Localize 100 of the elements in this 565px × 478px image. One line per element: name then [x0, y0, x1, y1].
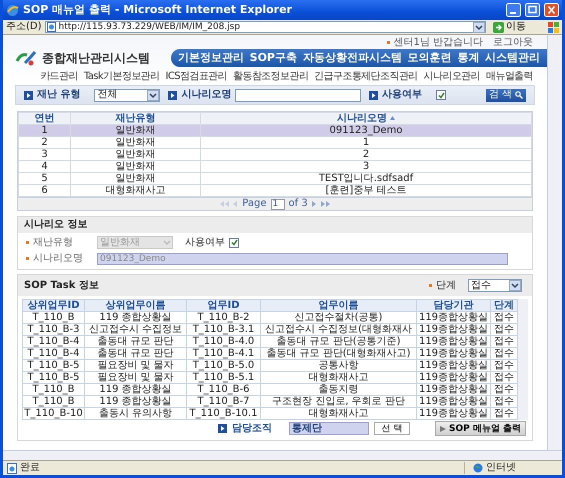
table-cell: 119종합상황실: [416, 396, 490, 408]
type-dropdown[interactable]: 전체: [94, 88, 160, 102]
dropdown-arrow-icon[interactable]: [509, 280, 521, 291]
submenu-item[interactable]: 활동참조정보관리: [232, 70, 308, 82]
table-cell: 출동대 규모 판단: [84, 348, 186, 360]
search-button[interactable]: 검 색: [486, 88, 526, 102]
submenu-item[interactable]: 긴급구조통제단조직관리: [314, 70, 418, 82]
table-cell: T_110_B: [22, 396, 84, 408]
minimize-button[interactable]: [506, 3, 521, 17]
table-cell: 구조현장 진입로, 우회로 판단: [260, 396, 416, 408]
go-button[interactable]: 이동: [489, 21, 530, 33]
table-cell: 일반화재: [70, 148, 200, 160]
bullet-icon: [387, 41, 390, 44]
table-row[interactable]: 5 일반화재 TEST입니다.sdfsadf: [18, 172, 532, 184]
logo-icon: [15, 49, 37, 67]
page-field[interactable]: 1: [270, 198, 285, 210]
org-field[interactable]: 통제단: [289, 422, 369, 435]
table-cell: 119종합상황실: [416, 324, 490, 336]
table-cell: 119종합상황실: [416, 408, 490, 420]
table-cell: 일반화재: [70, 172, 200, 184]
table-row[interactable]: 4 일반화재 3: [18, 160, 532, 172]
nav-item[interactable]: 통계: [457, 52, 480, 64]
vertical-scrollbar[interactable]: [547, 35, 562, 450]
name-field[interactable]: [235, 88, 362, 102]
table-cell: 접수: [490, 372, 518, 384]
next-page-icon[interactable]: [312, 201, 317, 207]
table-cell: 119종합상황실: [416, 348, 490, 360]
address-field[interactable]: http://115.93.73.229/WEB/IM/IM_208.jsp: [44, 21, 486, 33]
table-cell: 2: [200, 148, 532, 160]
table-cell: 접수: [490, 396, 518, 408]
table-cell: 출동대 규모 판단: [84, 336, 186, 348]
table-cell: 119 종합상황실: [84, 312, 186, 324]
page-icon: [46, 22, 56, 32]
table-cell: 접수: [490, 348, 518, 360]
sort-arrow-icon: [390, 116, 395, 120]
nav-item[interactable]: 모의훈련: [408, 52, 452, 64]
last-page-icon[interactable]: [320, 201, 330, 207]
table-cell: 119종합상황실: [416, 336, 490, 348]
nav-item[interactable]: 기본정보관리: [178, 52, 244, 64]
field-label: 재난유형: [33, 236, 74, 248]
field-label: 시나리오명: [33, 252, 84, 264]
logo-text: 종합재난관리시스템: [42, 50, 150, 66]
table-row[interactable]: 3 일반화재 2: [18, 148, 532, 160]
select-button[interactable]: 선 택: [374, 422, 410, 435]
dropdown-arrow-icon[interactable]: [473, 22, 485, 32]
table-cell: 119종합상황실: [416, 360, 490, 372]
check-icon: [438, 92, 445, 98]
nav-item[interactable]: 시스템관리: [485, 52, 540, 64]
field-label: 재난 유형: [37, 89, 80, 101]
logout-link[interactable]: 로그아웃: [493, 36, 533, 48]
bullet-icon: [26, 241, 29, 244]
table-row[interactable]: 1 일반화재 091123_Demo: [18, 124, 532, 136]
table-cell: 119종합상황실: [416, 384, 490, 396]
field-label: 담당조직: [232, 422, 272, 434]
dropdown-arrow-icon[interactable]: [147, 90, 160, 100]
table-cell: 공통사항: [260, 360, 416, 372]
table-row[interactable]: 2 일반화재 1: [18, 136, 532, 148]
maximize-button[interactable]: [525, 3, 540, 17]
column-header: 연번: [18, 112, 70, 124]
column-header: 단계: [490, 300, 518, 312]
column-header: 업무이름: [260, 300, 416, 312]
page-total: of 3: [288, 198, 308, 210]
stage-dropdown[interactable]: 접수: [468, 279, 522, 292]
table-cell: T_110_B-5.0: [186, 360, 260, 372]
close-button[interactable]: [544, 3, 559, 17]
checkbox[interactable]: [229, 238, 239, 248]
table-cell: 대형화재사고: [260, 408, 416, 420]
field-label: 사용여부: [185, 236, 225, 248]
table-cell: T_110_B-5: [22, 360, 84, 372]
print-button[interactable]: SOP 메뉴얼 출력: [435, 421, 526, 436]
page-label: Page: [242, 198, 267, 210]
table-cell: 일반화재: [70, 124, 200, 136]
nav-item[interactable]: 자동상황전파시스템: [302, 52, 402, 64]
table-cell: 119종합상황실: [416, 372, 490, 384]
column-header: 재난유형: [70, 112, 200, 124]
zone-text: 인터넷: [486, 462, 516, 474]
section-title: 시나리오 정보: [24, 219, 88, 231]
table-cell: 필요장비 및 물자: [84, 360, 186, 372]
table-cell: 119종합상황실: [416, 312, 490, 324]
window-title: SOP 매뉴얼 출력 - Microsoft Internet Explorer: [23, 4, 293, 16]
bullet-icon: [218, 424, 227, 433]
check-icon: [230, 239, 238, 246]
table-cell: T_110_B-4.1: [186, 348, 260, 360]
arrow-icon: [440, 426, 446, 432]
submenu-item[interactable]: 카드관리: [40, 70, 78, 82]
table-cell: 필요장비 및 물자: [84, 372, 186, 384]
checkbox[interactable]: [436, 90, 446, 100]
field-label: 시나리오명: [181, 89, 232, 101]
submenu-item[interactable]: 매뉴얼출력: [486, 70, 533, 82]
horizontal-scrollbar[interactable]: [3, 450, 562, 460]
arrow-icon: [493, 22, 504, 32]
welcome-text: 센터1님 반갑습니다: [393, 36, 483, 48]
submenu-item[interactable]: ICS점검표관리: [165, 70, 227, 82]
table-cell: T_110_B-3.1: [186, 324, 260, 336]
globe-icon: [473, 463, 483, 473]
table-cell: 접수: [490, 384, 518, 396]
submenu-item[interactable]: Task기본정보관리: [84, 70, 160, 82]
nav-item[interactable]: SOP구축: [250, 52, 297, 64]
submenu-item[interactable]: 시나리오관리: [424, 70, 480, 82]
table-cell: T_110_B-7: [186, 396, 260, 408]
